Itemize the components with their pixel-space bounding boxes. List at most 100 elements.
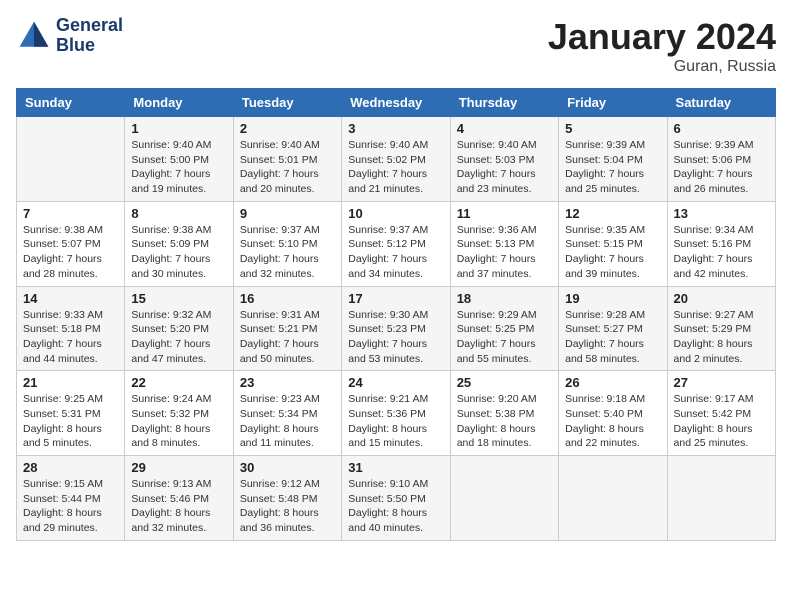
day-info: Sunrise: 9:23 AM Sunset: 5:34 PM Dayligh… xyxy=(240,392,335,451)
calendar-table: SundayMondayTuesdayWednesdayThursdayFrid… xyxy=(16,88,776,541)
day-number: 21 xyxy=(23,375,118,390)
day-cell: 16 Sunrise: 9:31 AM Sunset: 5:21 PM Dayli… xyxy=(233,286,341,371)
day-info: Sunrise: 9:10 AM Sunset: 5:50 PM Dayligh… xyxy=(348,477,443,536)
day-info: Sunrise: 9:27 AM Sunset: 5:29 PM Dayligh… xyxy=(674,308,769,367)
weekday-header-monday: Monday xyxy=(125,89,233,117)
day-info: Sunrise: 9:38 AM Sunset: 5:07 PM Dayligh… xyxy=(23,223,118,282)
day-cell: 10 Sunrise: 9:37 AM Sunset: 5:12 PM Dayli… xyxy=(342,201,450,286)
day-info: Sunrise: 9:25 AM Sunset: 5:31 PM Dayligh… xyxy=(23,392,118,451)
day-cell: 21 Sunrise: 9:25 AM Sunset: 5:31 PM Dayli… xyxy=(17,371,125,456)
day-info: Sunrise: 9:40 AM Sunset: 5:00 PM Dayligh… xyxy=(131,138,226,197)
day-cell xyxy=(559,456,667,541)
day-info: Sunrise: 9:37 AM Sunset: 5:10 PM Dayligh… xyxy=(240,223,335,282)
day-info: Sunrise: 9:30 AM Sunset: 5:23 PM Dayligh… xyxy=(348,308,443,367)
day-number: 22 xyxy=(131,375,226,390)
day-cell: 19 Sunrise: 9:28 AM Sunset: 5:27 PM Dayli… xyxy=(559,286,667,371)
day-info: Sunrise: 9:18 AM Sunset: 5:40 PM Dayligh… xyxy=(565,392,660,451)
day-cell xyxy=(667,456,775,541)
weekday-header-wednesday: Wednesday xyxy=(342,89,450,117)
day-number: 10 xyxy=(348,206,443,221)
day-number: 5 xyxy=(565,121,660,136)
day-number: 11 xyxy=(457,206,552,221)
day-info: Sunrise: 9:37 AM Sunset: 5:12 PM Dayligh… xyxy=(348,223,443,282)
day-number: 17 xyxy=(348,291,443,306)
day-number: 29 xyxy=(131,460,226,475)
calendar-header: SundayMondayTuesdayWednesdayThursdayFrid… xyxy=(17,89,776,117)
day-info: Sunrise: 9:28 AM Sunset: 5:27 PM Dayligh… xyxy=(565,308,660,367)
day-cell: 27Sunrise: 9:17 AM Sunset: 5:42 PM Dayli… xyxy=(667,371,775,456)
day-number: 1 xyxy=(131,121,226,136)
day-info: Sunrise: 9:32 AM Sunset: 5:20 PM Dayligh… xyxy=(131,308,226,367)
day-cell: 9 Sunrise: 9:37 AM Sunset: 5:10 PM Daylig… xyxy=(233,201,341,286)
day-cell: 6 Sunrise: 9:39 AM Sunset: 5:06 PM Daylig… xyxy=(667,117,775,202)
day-cell: 26 Sunrise: 9:18 AM Sunset: 5:40 PM Dayli… xyxy=(559,371,667,456)
day-number: 26 xyxy=(565,375,660,390)
month-title: January 2024 xyxy=(548,16,776,58)
day-number: 18 xyxy=(457,291,552,306)
day-info: Sunrise: 9:20 AM Sunset: 5:38 PM Dayligh… xyxy=(457,392,552,451)
day-cell: 7 Sunrise: 9:38 AM Sunset: 5:07 PM Daylig… xyxy=(17,201,125,286)
day-cell: 24Sunrise: 9:21 AM Sunset: 5:36 PM Dayli… xyxy=(342,371,450,456)
day-number: 16 xyxy=(240,291,335,306)
day-number: 8 xyxy=(131,206,226,221)
day-cell: 25 Sunrise: 9:20 AM Sunset: 5:38 PM Dayli… xyxy=(450,371,558,456)
day-cell: 30 Sunrise: 9:12 AM Sunset: 5:48 PM Dayli… xyxy=(233,456,341,541)
day-cell: 20Sunrise: 9:27 AM Sunset: 5:29 PM Dayli… xyxy=(667,286,775,371)
day-number: 15 xyxy=(131,291,226,306)
day-cell: 13 Sunrise: 9:34 AM Sunset: 5:16 PM Dayli… xyxy=(667,201,775,286)
weekday-header-tuesday: Tuesday xyxy=(233,89,341,117)
day-number: 25 xyxy=(457,375,552,390)
day-number: 13 xyxy=(674,206,769,221)
day-cell: 28Sunrise: 9:15 AM Sunset: 5:44 PM Dayli… xyxy=(17,456,125,541)
day-number: 7 xyxy=(23,206,118,221)
day-cell: 29 Sunrise: 9:13 AM Sunset: 5:46 PM Dayli… xyxy=(125,456,233,541)
day-info: Sunrise: 9:31 AM Sunset: 5:21 PM Dayligh… xyxy=(240,308,335,367)
day-cell: 11 Sunrise: 9:36 AM Sunset: 5:13 PM Dayli… xyxy=(450,201,558,286)
day-info: Sunrise: 9:17 AM Sunset: 5:42 PM Dayligh… xyxy=(674,392,769,451)
day-info: Sunrise: 9:40 AM Sunset: 5:01 PM Dayligh… xyxy=(240,138,335,197)
week-row-3: 14 Sunrise: 9:33 AM Sunset: 5:18 PM Dayli… xyxy=(17,286,776,371)
logo-icon xyxy=(16,18,52,54)
day-cell: 23 Sunrise: 9:23 AM Sunset: 5:34 PM Dayli… xyxy=(233,371,341,456)
day-number: 12 xyxy=(565,206,660,221)
day-number: 28 xyxy=(23,460,118,475)
weekday-header-row: SundayMondayTuesdayWednesdayThursdayFrid… xyxy=(17,89,776,117)
weekday-header-saturday: Saturday xyxy=(667,89,775,117)
day-info: Sunrise: 9:35 AM Sunset: 5:15 PM Dayligh… xyxy=(565,223,660,282)
day-info: Sunrise: 9:12 AM Sunset: 5:48 PM Dayligh… xyxy=(240,477,335,536)
day-number: 30 xyxy=(240,460,335,475)
day-info: Sunrise: 9:33 AM Sunset: 5:18 PM Dayligh… xyxy=(23,308,118,367)
week-row-5: 28Sunrise: 9:15 AM Sunset: 5:44 PM Dayli… xyxy=(17,456,776,541)
location: Guran, Russia xyxy=(548,58,776,76)
day-info: Sunrise: 9:21 AM Sunset: 5:36 PM Dayligh… xyxy=(348,392,443,451)
day-info: Sunrise: 9:36 AM Sunset: 5:13 PM Dayligh… xyxy=(457,223,552,282)
day-number: 19 xyxy=(565,291,660,306)
logo: General Blue xyxy=(16,16,123,56)
day-cell: 22Sunrise: 9:24 AM Sunset: 5:32 PM Dayli… xyxy=(125,371,233,456)
day-cell: 15 Sunrise: 9:32 AM Sunset: 5:20 PM Dayli… xyxy=(125,286,233,371)
day-info: Sunrise: 9:40 AM Sunset: 5:03 PM Dayligh… xyxy=(457,138,552,197)
day-cell xyxy=(450,456,558,541)
day-cell: 3Sunrise: 9:40 AM Sunset: 5:02 PM Daylig… xyxy=(342,117,450,202)
weekday-header-thursday: Thursday xyxy=(450,89,558,117)
weekday-header-friday: Friday xyxy=(559,89,667,117)
day-number: 23 xyxy=(240,375,335,390)
day-cell xyxy=(17,117,125,202)
day-info: Sunrise: 9:34 AM Sunset: 5:16 PM Dayligh… xyxy=(674,223,769,282)
day-number: 6 xyxy=(674,121,769,136)
day-info: Sunrise: 9:40 AM Sunset: 5:02 PM Dayligh… xyxy=(348,138,443,197)
calendar-body: 1 Sunrise: 9:40 AM Sunset: 5:00 PM Daylig… xyxy=(17,117,776,541)
day-number: 14 xyxy=(23,291,118,306)
day-info: Sunrise: 9:39 AM Sunset: 5:06 PM Dayligh… xyxy=(674,138,769,197)
day-number: 9 xyxy=(240,206,335,221)
day-number: 4 xyxy=(457,121,552,136)
page-header: General Blue January 2024 Guran, Russia xyxy=(16,16,776,76)
day-info: Sunrise: 9:39 AM Sunset: 5:04 PM Dayligh… xyxy=(565,138,660,197)
day-cell: 5 Sunrise: 9:39 AM Sunset: 5:04 PM Daylig… xyxy=(559,117,667,202)
day-info: Sunrise: 9:29 AM Sunset: 5:25 PM Dayligh… xyxy=(457,308,552,367)
day-cell: 18 Sunrise: 9:29 AM Sunset: 5:25 PM Dayli… xyxy=(450,286,558,371)
day-info: Sunrise: 9:13 AM Sunset: 5:46 PM Dayligh… xyxy=(131,477,226,536)
title-block: January 2024 Guran, Russia xyxy=(548,16,776,76)
day-info: Sunrise: 9:38 AM Sunset: 5:09 PM Dayligh… xyxy=(131,223,226,282)
day-cell: 14 Sunrise: 9:33 AM Sunset: 5:18 PM Dayli… xyxy=(17,286,125,371)
